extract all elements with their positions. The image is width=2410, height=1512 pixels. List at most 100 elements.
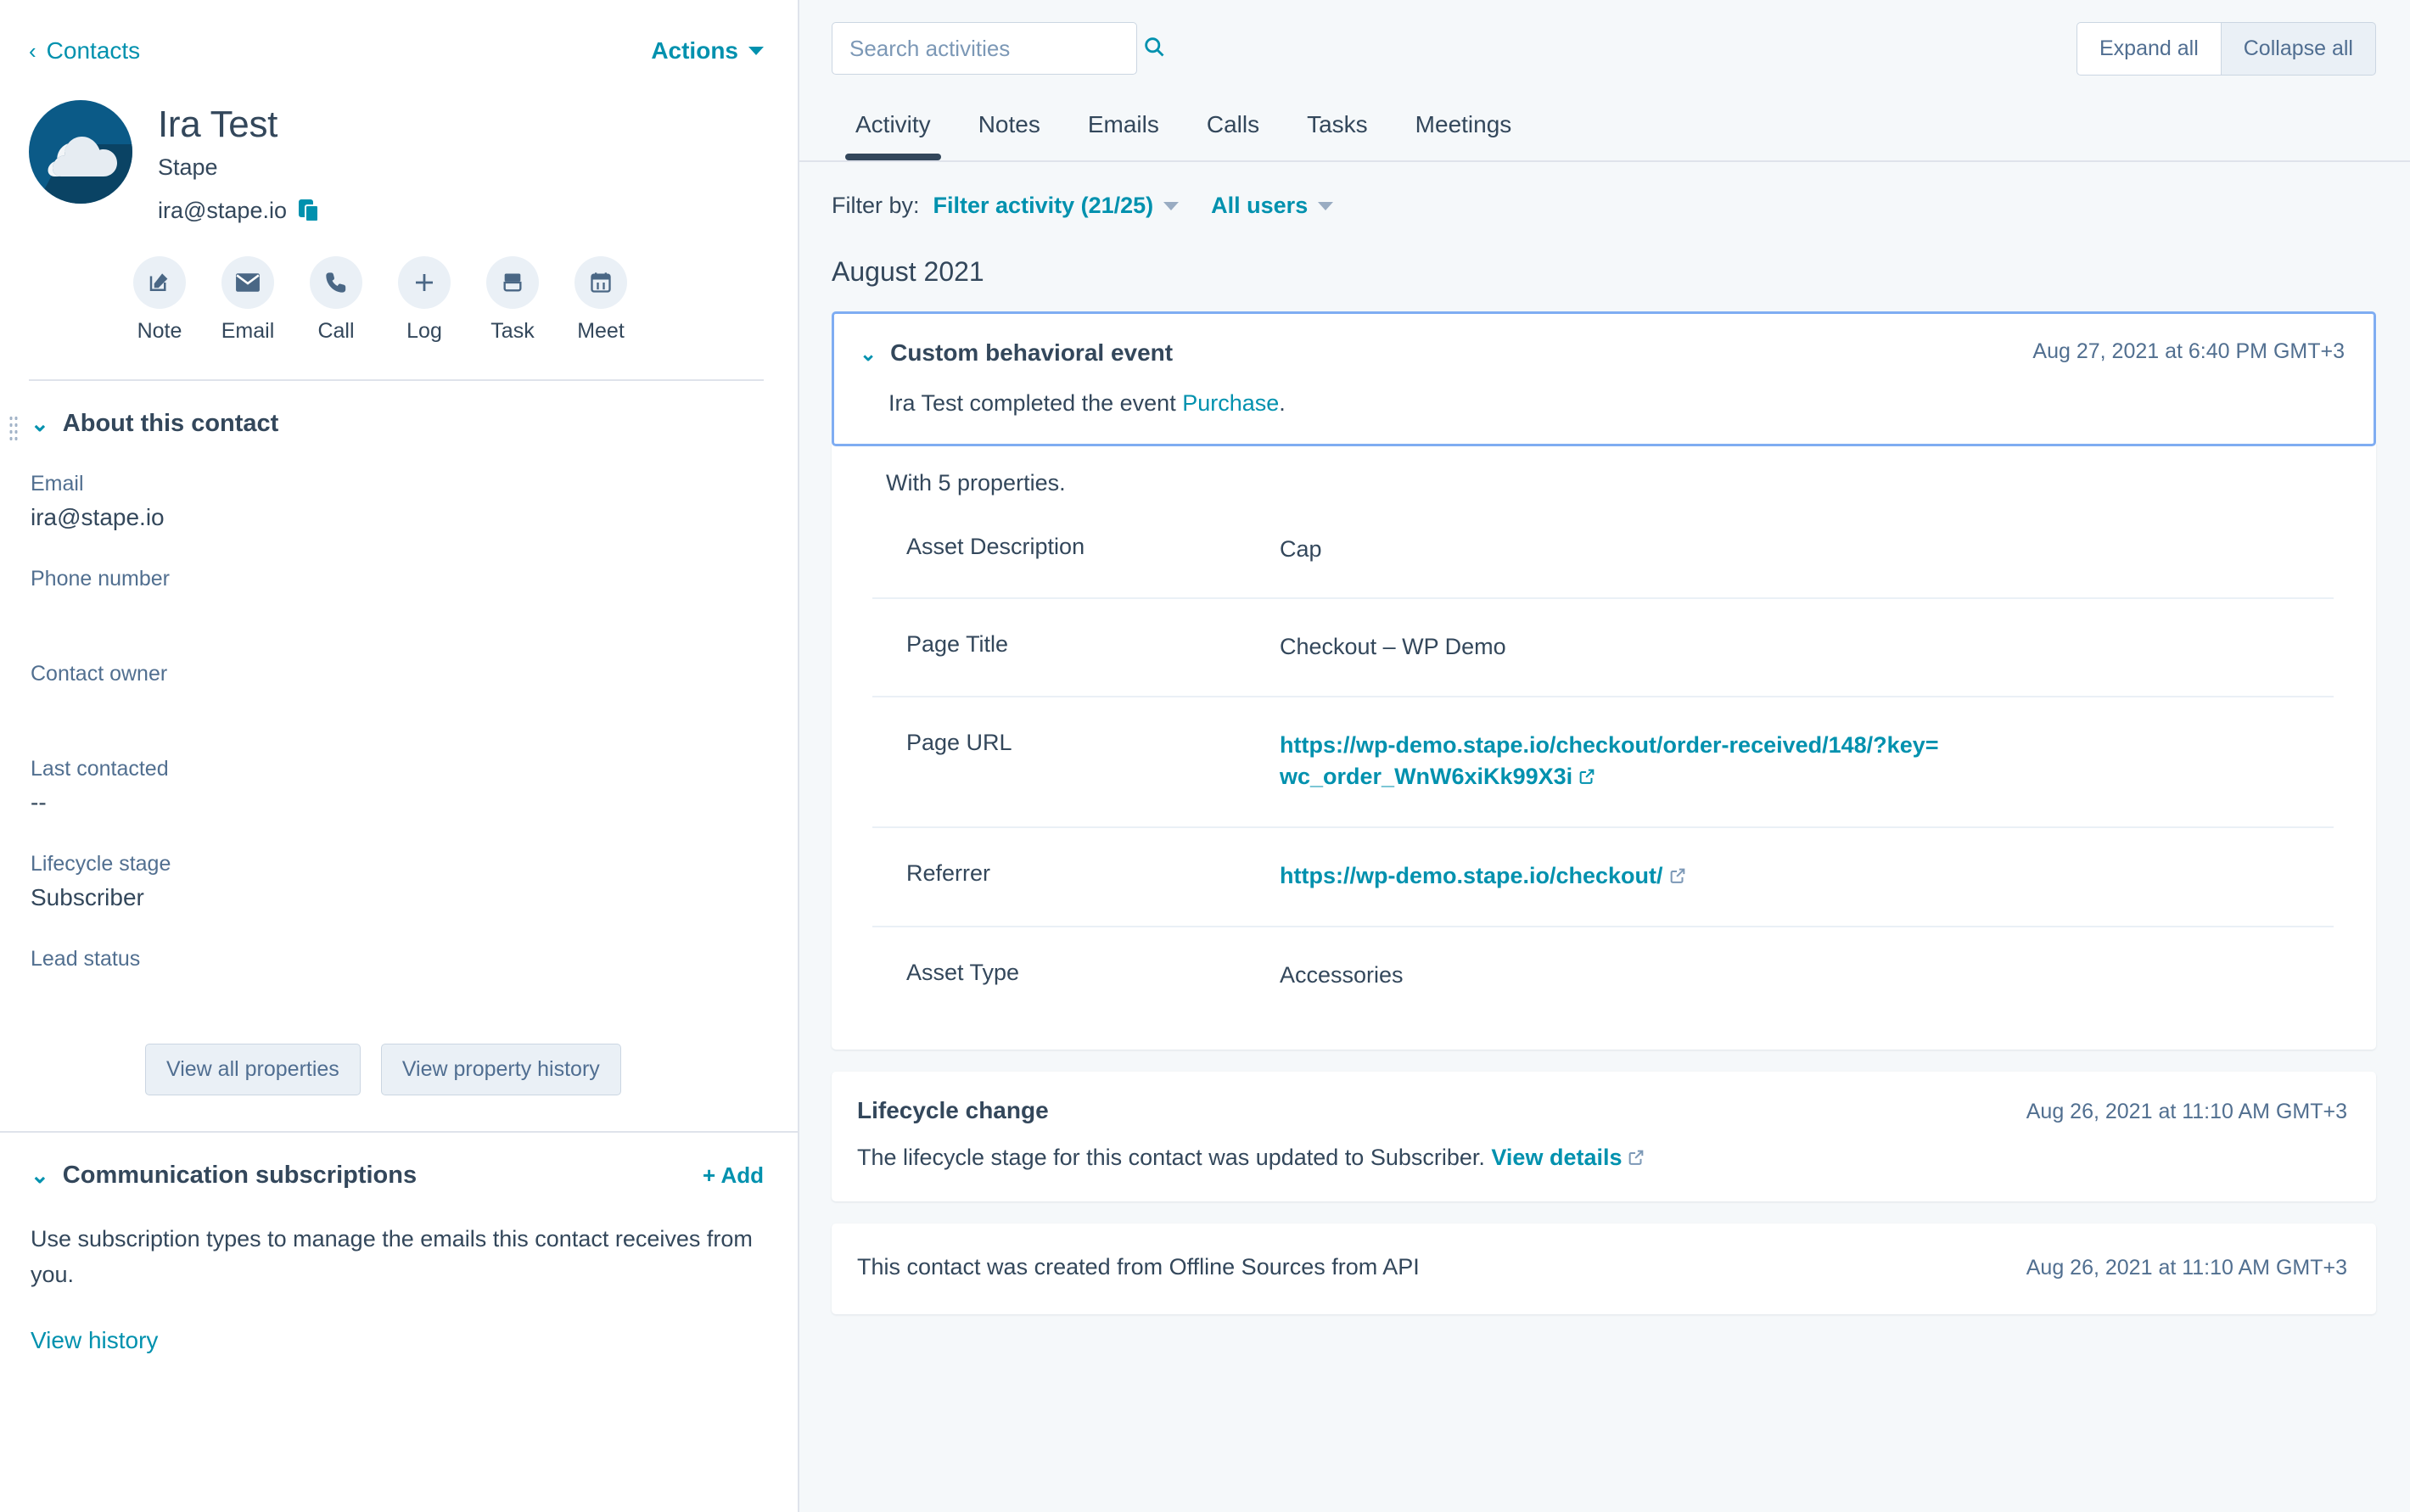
- property-value[interactable]: [31, 979, 764, 1008]
- property-value-link[interactable]: https://wp-demo.stape.io/checkout/order-…: [1280, 730, 1942, 795]
- activity-panel: Expand all Collapse all Activity Notes E…: [799, 0, 2410, 1512]
- table-row: Page URL https://wp-demo.stape.io/checko…: [872, 695, 2334, 827]
- filter-row: Filter by: Filter activity (21/25) All u…: [799, 162, 2410, 219]
- task-icon: [486, 256, 539, 309]
- chevron-down-icon[interactable]: ⌄: [31, 1164, 49, 1186]
- sidebar-header: ‹ Contacts Actions Ira Test Stape ira@st…: [0, 0, 798, 381]
- event-date: Aug 27, 2021 at 6:40 PM GMT+3: [2032, 339, 2345, 363]
- property-value[interactable]: Subscriber: [31, 884, 764, 913]
- contact-created-date: Aug 26, 2021 at 11:10 AM GMT+3: [2026, 1255, 2347, 1280]
- contact-identity: Ira Test Stape ira@stape.io: [29, 100, 764, 224]
- plus-icon: [398, 256, 451, 309]
- tab-activity[interactable]: Activity: [832, 101, 955, 160]
- contact-company: Stape: [158, 154, 218, 180]
- filter-activity-label: Filter activity (21/25): [933, 193, 1154, 218]
- property-key: Asset Type: [906, 960, 1020, 986]
- about-section-header: ⌄ About this contact: [31, 410, 764, 438]
- activity-toolbar: Expand all Collapse all: [799, 0, 2410, 76]
- chevron-down-icon[interactable]: ⌄: [860, 339, 877, 370]
- contact-created-card[interactable]: This contact was created from Offline So…: [832, 1223, 2376, 1314]
- referrer-text: https://wp-demo.stape.io/checkout/: [1280, 863, 1663, 888]
- contact-identity-text: Ira Test Stape ira@stape.io: [158, 100, 321, 224]
- property-value: Cap: [1280, 536, 1322, 562]
- property-label: Last contacted: [31, 757, 169, 781]
- event-title: Custom behavioral event: [890, 339, 1174, 366]
- quick-action-label: Meet: [577, 319, 625, 343]
- collapse-all-button[interactable]: Collapse all: [2220, 22, 2376, 76]
- view-all-properties-button[interactable]: View all properties: [145, 1044, 361, 1095]
- property-key: Referrer: [906, 860, 991, 886]
- phone-icon: [310, 256, 362, 309]
- property-last-contacted: Last contacted --: [31, 757, 764, 818]
- view-history-link[interactable]: View history: [31, 1327, 764, 1354]
- lifecycle-body: The lifecycle stage for this contact was…: [857, 1145, 2347, 1173]
- property-value[interactable]: [31, 694, 764, 723]
- quick-actions: Note Email Call Log Task Meet: [129, 256, 764, 344]
- event-body-prefix: Ira Test completed the event: [888, 390, 1183, 416]
- table-row: Referrer https://wp-demo.stape.io/checko…: [872, 826, 2334, 926]
- tab-notes[interactable]: Notes: [955, 101, 1064, 160]
- filter-activity-dropdown[interactable]: Filter activity (21/25): [933, 193, 1180, 219]
- subscriptions-title: Communication subscriptions: [62, 1162, 418, 1189]
- external-link-icon[interactable]: [1668, 862, 1687, 893]
- back-to-contacts-link[interactable]: ‹ Contacts: [29, 37, 140, 64]
- add-subscription-link[interactable]: + Add: [703, 1162, 764, 1189]
- drag-handle-icon[interactable]: [8, 415, 19, 444]
- avatar: [29, 100, 132, 204]
- custom-behavioral-event-card[interactable]: ⌄ Custom behavioral event Aug 27, 2021 a…: [832, 311, 2376, 446]
- event-name-link[interactable]: Purchase: [1182, 390, 1279, 416]
- sidebar-topbar: ‹ Contacts Actions: [29, 37, 764, 64]
- all-users-dropdown[interactable]: All users: [1211, 193, 1334, 219]
- quick-action-log[interactable]: Log: [394, 256, 455, 344]
- property-email: Email ira@stape.io: [31, 472, 764, 533]
- contact-record-page: ‹ Contacts Actions Ira Test Stape ira@st…: [0, 0, 2410, 1512]
- external-link-icon[interactable]: [1627, 1146, 1645, 1173]
- copy-icon[interactable]: [298, 199, 321, 223]
- chevron-down-icon[interactable]: ⌄: [31, 412, 49, 434]
- property-value[interactable]: --: [31, 789, 764, 818]
- activity-feed: ⌄ Custom behavioral event Aug 27, 2021 a…: [799, 288, 2410, 1314]
- quick-action-email[interactable]: Email: [217, 256, 278, 344]
- property-value-link[interactable]: https://wp-demo.stape.io/checkout/: [1280, 860, 1687, 893]
- table-row: Asset Description Cap: [872, 520, 2334, 597]
- tab-emails[interactable]: Emails: [1064, 101, 1183, 160]
- tab-tasks[interactable]: Tasks: [1283, 101, 1392, 160]
- subscriptions-description: Use subscription types to manage the ema…: [31, 1226, 753, 1287]
- property-label: Lifecycle stage: [31, 852, 171, 876]
- quick-action-label: Call: [317, 319, 355, 343]
- search-input[interactable]: [849, 35, 1134, 62]
- event-properties-table: Asset Description Cap Page Title Checkou…: [860, 520, 2347, 1024]
- quick-action-label: Note: [137, 319, 182, 343]
- quick-action-note[interactable]: Note: [129, 256, 190, 344]
- tab-meetings[interactable]: Meetings: [1392, 101, 1536, 160]
- month-heading: August 2021: [832, 256, 984, 287]
- property-phone-number: Phone number: [31, 567, 764, 628]
- property-value[interactable]: ira@stape.io: [31, 504, 764, 533]
- property-value[interactable]: [31, 599, 764, 628]
- property-label: Contact owner: [31, 662, 168, 686]
- chevron-down-icon: [1318, 201, 1334, 210]
- subscriptions-header: ⌄ Communication subscriptions + Add: [31, 1162, 764, 1190]
- tab-calls[interactable]: Calls: [1183, 101, 1283, 160]
- property-label: Email: [31, 472, 84, 496]
- page-url-text: https://wp-demo.stape.io/checkout/order-…: [1280, 731, 1939, 789]
- actions-dropdown[interactable]: Actions: [651, 37, 764, 64]
- search-icon[interactable]: [1142, 35, 1166, 63]
- actions-label: Actions: [651, 37, 738, 64]
- contact-sidebar: ‹ Contacts Actions Ira Test Stape ira@st…: [0, 0, 799, 1512]
- quick-action-meet[interactable]: Meet: [570, 256, 631, 344]
- lifecycle-change-card[interactable]: Lifecycle change Aug 26, 2021 at 11:10 A…: [832, 1071, 2376, 1201]
- property-lifecycle-stage: Lifecycle stage Subscriber: [31, 852, 764, 913]
- external-link-icon[interactable]: [1578, 763, 1596, 794]
- contact-email: ira@stape.io: [158, 198, 287, 223]
- view-property-history-button[interactable]: View property history: [380, 1044, 621, 1095]
- view-details-link[interactable]: View details: [1491, 1145, 1622, 1170]
- expand-all-button[interactable]: Expand all: [2077, 22, 2221, 76]
- about-this-contact-section: ⌄ About this contact Email ira@stape.io …: [0, 381, 798, 1095]
- quick-action-call[interactable]: Call: [305, 256, 367, 344]
- quick-action-task[interactable]: Task: [482, 256, 543, 344]
- property-label: Lead status: [31, 947, 141, 971]
- property-key: Page Title: [906, 631, 1009, 658]
- filter-by-label: Filter by:: [832, 193, 920, 218]
- search-activities-box[interactable]: [832, 22, 1164, 75]
